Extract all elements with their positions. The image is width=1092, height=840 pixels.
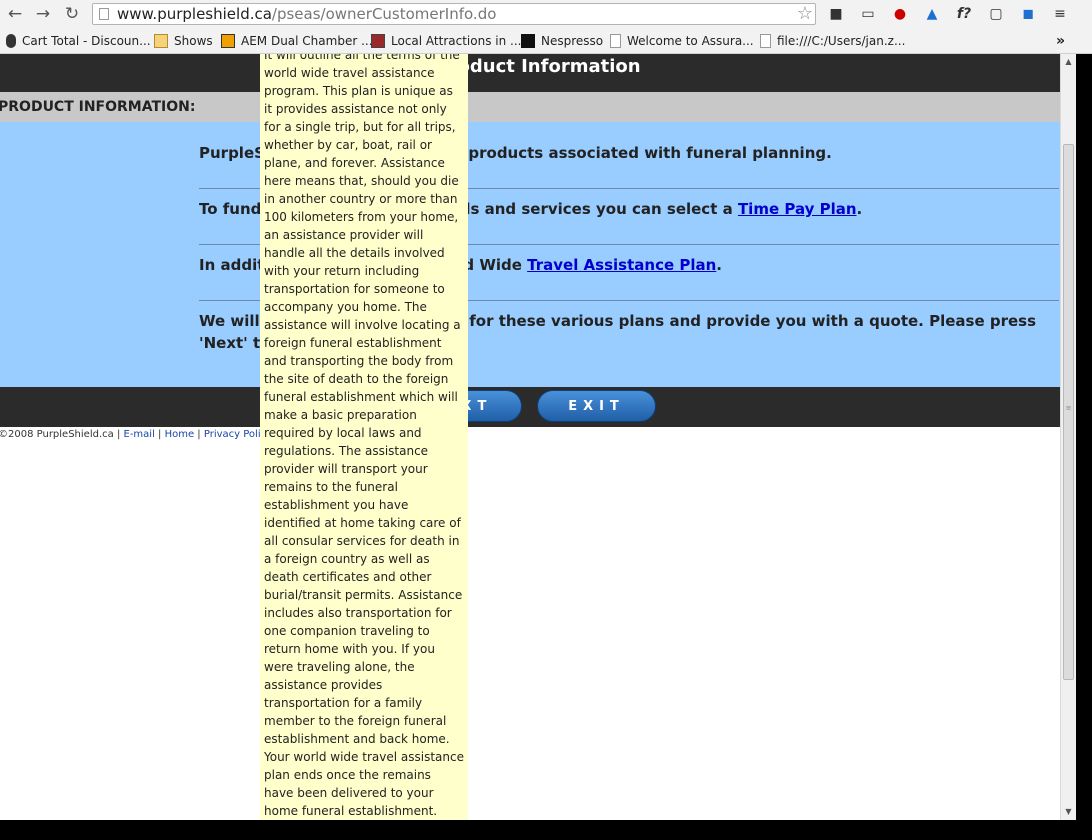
home-link[interactable]: Home (165, 429, 195, 440)
copyright-text: ©2008 PurpleShield.ca (0, 429, 114, 440)
bookmark-label: file:///C:/Users/jan.z... (777, 34, 906, 48)
page-viewport: Product Information PRODUCT INFORMATION:… (0, 54, 1076, 820)
section-header: PRODUCT INFORMATION: (0, 92, 1076, 122)
time-pay-plan-link[interactable]: Time Pay Plan (738, 200, 857, 218)
nespresso-icon (521, 34, 535, 48)
extension-window-icon[interactable]: ▢ (986, 4, 1006, 24)
local-attractions-icon (371, 34, 385, 48)
scroll-up-arrow-icon[interactable]: ▲ (1061, 54, 1076, 70)
window-edge (0, 820, 1076, 840)
generic-site-icon (6, 34, 16, 48)
footer-separator: | (113, 429, 124, 440)
vertical-scrollbar[interactable]: ▲ ≡ ▼ (1060, 54, 1076, 820)
page-title: Product Information (435, 56, 641, 77)
info-text: . (716, 256, 722, 274)
extension-screen-icon[interactable]: ▭ (858, 4, 878, 24)
bookmark-item[interactable]: Local Attractions in ... (371, 29, 521, 53)
travel-assistance-tooltip: It will outline all the terms of the wor… (260, 54, 468, 820)
bookmark-item[interactable]: Welcome to Assura... (610, 29, 754, 53)
page-header: Product Information (0, 54, 1076, 92)
footer-separator: | (154, 429, 165, 440)
bookmark-item[interactable]: file:///C:/Users/jan.z... (760, 29, 905, 53)
extension-d-icon[interactable]: ◼ (1018, 4, 1038, 24)
bookmark-label: Nespresso (541, 34, 604, 48)
window-edge (1076, 54, 1092, 840)
aem-site-icon (221, 34, 235, 48)
info-text: . (856, 200, 863, 218)
bookmark-label: Shows (174, 34, 213, 48)
address-bar[interactable]: www.purpleshield.ca/pseas/ownerCustomerI… (92, 3, 816, 25)
footer-separator: | (194, 429, 204, 440)
bookmarks-bar: Cart Total - Discoun... Shows AEM Dual C… (0, 29, 1092, 54)
browser-toolbar: ← → ↻ www.purpleshield.ca/pseas/ownerCus… (0, 0, 1092, 29)
info-panel: PurpleShield offers a variety of product… (0, 122, 1076, 387)
bookmark-item[interactable]: Cart Total - Discoun... (6, 29, 151, 53)
bookmark-label: Cart Total - Discoun... (22, 34, 151, 48)
bookmark-item[interactable]: AEM Dual Chamber ... (221, 29, 373, 53)
tooltip-text: It will outline all the terms of the wor… (264, 54, 464, 818)
button-bar: NEXT EXIT (0, 387, 1076, 427)
forward-arrow-icon[interactable]: → (32, 3, 54, 25)
footer: ©2008 PurpleShield.ca | E-mail | Home | … (0, 429, 272, 440)
scroll-down-arrow-icon[interactable]: ▼ (1061, 804, 1076, 820)
url-path: /pseas/ownerCustomerInfo.do (271, 5, 497, 23)
menu-icon[interactable]: ≡ (1050, 4, 1070, 24)
extension-bookmark-icon[interactable]: ▲ (922, 4, 942, 24)
bookmark-folder[interactable]: Shows (154, 29, 213, 53)
extension-tool-icon[interactable]: ■ (826, 4, 846, 24)
bookmark-star-icon[interactable]: ☆ (797, 4, 813, 24)
reload-icon[interactable]: ↻ (61, 3, 83, 25)
email-link[interactable]: E-mail (124, 429, 155, 440)
url-host: www.purpleshield.ca (117, 5, 272, 23)
exit-button[interactable]: EXIT (537, 390, 656, 422)
travel-assistance-plan-link[interactable]: Travel Assistance Plan (527, 256, 716, 274)
scroll-grip-icon: ≡ (1065, 404, 1072, 412)
folder-icon (154, 34, 168, 48)
bookmark-item[interactable]: Nespresso (521, 29, 603, 53)
url-text: www.purpleshield.ca/pseas/ownerCustomerI… (117, 4, 496, 24)
section-label: PRODUCT INFORMATION: (0, 99, 196, 115)
more-bookmarks-chevron-icon[interactable]: » (1056, 29, 1065, 53)
extension-font-icon[interactable]: f? (954, 4, 974, 24)
page-icon (99, 8, 109, 20)
bookmark-label: Local Attractions in ... (391, 34, 522, 48)
bookmark-label: AEM Dual Chamber ... (241, 34, 373, 48)
page-icon (610, 34, 621, 48)
scrollbar-thumb[interactable]: ≡ (1063, 144, 1074, 680)
back-arrow-icon[interactable]: ← (4, 3, 26, 25)
extension-stop-icon[interactable]: ● (890, 4, 910, 24)
bookmark-label: Welcome to Assura... (627, 34, 754, 48)
page-icon (760, 34, 771, 48)
